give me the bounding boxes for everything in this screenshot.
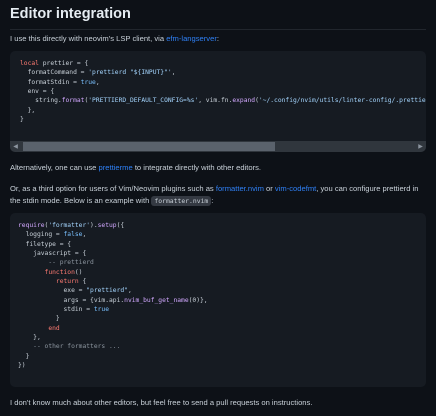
intro-suffix: : [216, 34, 219, 43]
scrollbar-thumb[interactable] [23, 142, 276, 151]
section-heading: Editor integration [10, 6, 131, 22]
vim-codefmt-link[interactable]: vim-codefmt [275, 184, 316, 193]
code-efm-line: string.format('PRETTIERD_DEFAULT_CONFIG=… [20, 97, 426, 105]
code-formatter-line: }, [18, 334, 41, 342]
code-formatter-line: } [18, 315, 60, 323]
code-efm-line: env = { [20, 88, 55, 96]
alt-text: Alternatively, one can use [10, 163, 99, 172]
formatter-nvim-link[interactable]: formatter.nvim [216, 184, 264, 193]
code-formatter-line: }) [18, 362, 26, 370]
code-formatter-line: exe = "prettierd", [18, 287, 132, 295]
code-formatter-line: stdin = true [18, 306, 109, 314]
code-formatter-line: args = {vim.api.nvim_buf_get_name(0)}, [18, 296, 208, 304]
alternative-paragraph: Alternatively, one can use prettierme to… [10, 162, 426, 174]
code-efm-line: formatStdin = true, [20, 78, 100, 86]
third-text-1: Or, as a third option for users of Vim/N… [10, 184, 216, 193]
third-option-paragraph: Or, as a third option for users of Vim/N… [10, 183, 426, 207]
code-block-formatter: require('formatter').setup({ logging = f… [10, 213, 426, 387]
code-efm-line: local prettier = { [20, 60, 89, 67]
code-formatter-line: end [48, 324, 60, 332]
horizontal-scrollbar[interactable]: ◀ ▶ [10, 141, 426, 152]
inline-code-formatter-nvim: formatter.nvim [151, 196, 212, 206]
code-efm-line: }, [20, 106, 36, 114]
code-block-efm: local prettier = { formatCommand = 'pret… [10, 51, 426, 152]
readme-section: Editor integration I use this directly w… [0, 0, 436, 416]
heading-divider [10, 29, 426, 30]
scroll-right-icon[interactable]: ▶ [415, 141, 426, 152]
scroll-left-icon[interactable]: ◀ [10, 141, 21, 152]
code-formatter-line: logging = false, [18, 231, 87, 239]
code-efm-content: local prettier = { formatCommand = 'pret… [10, 51, 426, 124]
third-text-2: or [263, 184, 275, 193]
alt-suffix: to integrate directly with other editors… [132, 163, 262, 172]
scrollbar-track[interactable] [21, 141, 415, 152]
efm-langserver-link[interactable]: efm-langserver [166, 34, 217, 43]
code-formatter-line: filetype = { [18, 240, 72, 248]
prettierme-link[interactable]: prettierme [99, 163, 133, 172]
code-formatter-content: require('formatter').setup({ logging = f… [10, 213, 426, 371]
code-formatter-line: return { [55, 278, 87, 286]
code-formatter-line: require('formatter').setup({ [18, 222, 125, 229]
code-formatter-line: -- other formatters ... [33, 343, 121, 351]
code-formatter-line: -- prettierd [48, 259, 94, 267]
intro-paragraph: I use this directly with neovim's LSP cl… [10, 33, 426, 45]
code-formatter-line: javascript = { [18, 250, 87, 258]
closing-paragraph: I don't know much about other editors, b… [10, 398, 313, 407]
code-formatter-line: } [18, 352, 30, 360]
third-text-4: : [211, 196, 214, 205]
code-formatter-line: function() [44, 268, 83, 276]
code-efm-line: } [20, 116, 24, 124]
intro-text: I use this directly with neovim's LSP cl… [10, 34, 167, 43]
code-efm-line: formatCommand = 'prettierd "${INPUT}"', [20, 69, 176, 77]
